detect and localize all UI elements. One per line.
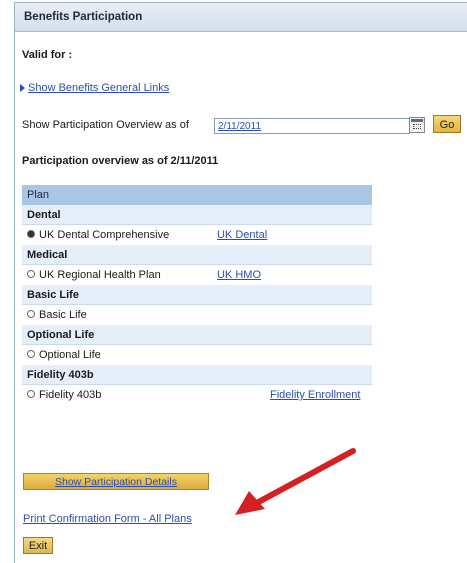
category-medical: Medical <box>22 245 372 265</box>
category-dental: Dental <box>22 205 372 225</box>
general-links-link[interactable]: Show Benefits General Links <box>28 82 169 94</box>
overview-heading: Participation overview as of 2/11/2011 <box>22 155 219 167</box>
calendar-icon[interactable] <box>409 117 425 133</box>
plan-option-label: Basic Life <box>39 309 87 321</box>
plan-option-row: Optional Life <box>22 345 372 365</box>
valid-for-label: Valid for : <box>22 49 73 61</box>
plan-link-fidelity-enrollment[interactable]: Fidelity Enrollment <box>270 385 360 405</box>
plan-option-row: UK Regional Health Plan UK HMO <box>22 265 372 285</box>
plan-option-row: UK Dental Comprehensive UK Dental <box>22 225 372 245</box>
plan-option-row: Fidelity 403b Fidelity Enrollment <box>22 385 372 405</box>
overview-date-input[interactable] <box>214 118 410 134</box>
plan-option-label: Optional Life <box>39 349 101 361</box>
general-links-toggle[interactable]: Show Benefits General Links <box>20 82 169 94</box>
expand-triangle-icon <box>20 84 25 92</box>
plan-link-uk-dental[interactable]: UK Dental <box>217 225 267 245</box>
annotation-arrow-icon <box>235 448 356 515</box>
plan-table: Plan Dental UK Dental Comprehensive UK D… <box>22 185 372 405</box>
panel-title: Benefits Participation <box>24 11 143 23</box>
overview-date-label: Show Participation Overview as of <box>22 119 189 131</box>
plan-link-uk-hmo[interactable]: UK HMO <box>217 265 261 285</box>
plan-option-label: Fidelity 403b <box>39 389 102 401</box>
radio-button[interactable] <box>27 390 35 398</box>
benefits-participation-panel: Benefits Participation Valid for : Show … <box>14 2 467 563</box>
plan-option-row: Basic Life <box>22 305 372 325</box>
exit-button[interactable]: Exit <box>23 537 53 554</box>
go-button[interactable]: Go <box>433 115 461 133</box>
radio-button[interactable] <box>27 350 35 358</box>
print-confirmation-link[interactable]: Print Confirmation Form - All Plans <box>23 513 192 525</box>
radio-button[interactable] <box>27 310 35 318</box>
radio-button[interactable] <box>27 270 35 278</box>
plan-table-header: Plan <box>22 185 372 205</box>
category-fidelity-403b: Fidelity 403b <box>22 365 372 385</box>
panel-title-bar: Benefits Participation <box>15 3 467 32</box>
category-optional-life: Optional Life <box>22 325 372 345</box>
show-participation-details-button[interactable]: Show Participation Details <box>23 473 209 490</box>
radio-button[interactable] <box>27 230 35 238</box>
plan-option-label: UK Dental Comprehensive <box>39 229 170 241</box>
category-basic-life: Basic Life <box>22 285 372 305</box>
plan-option-label: UK Regional Health Plan <box>39 269 161 281</box>
